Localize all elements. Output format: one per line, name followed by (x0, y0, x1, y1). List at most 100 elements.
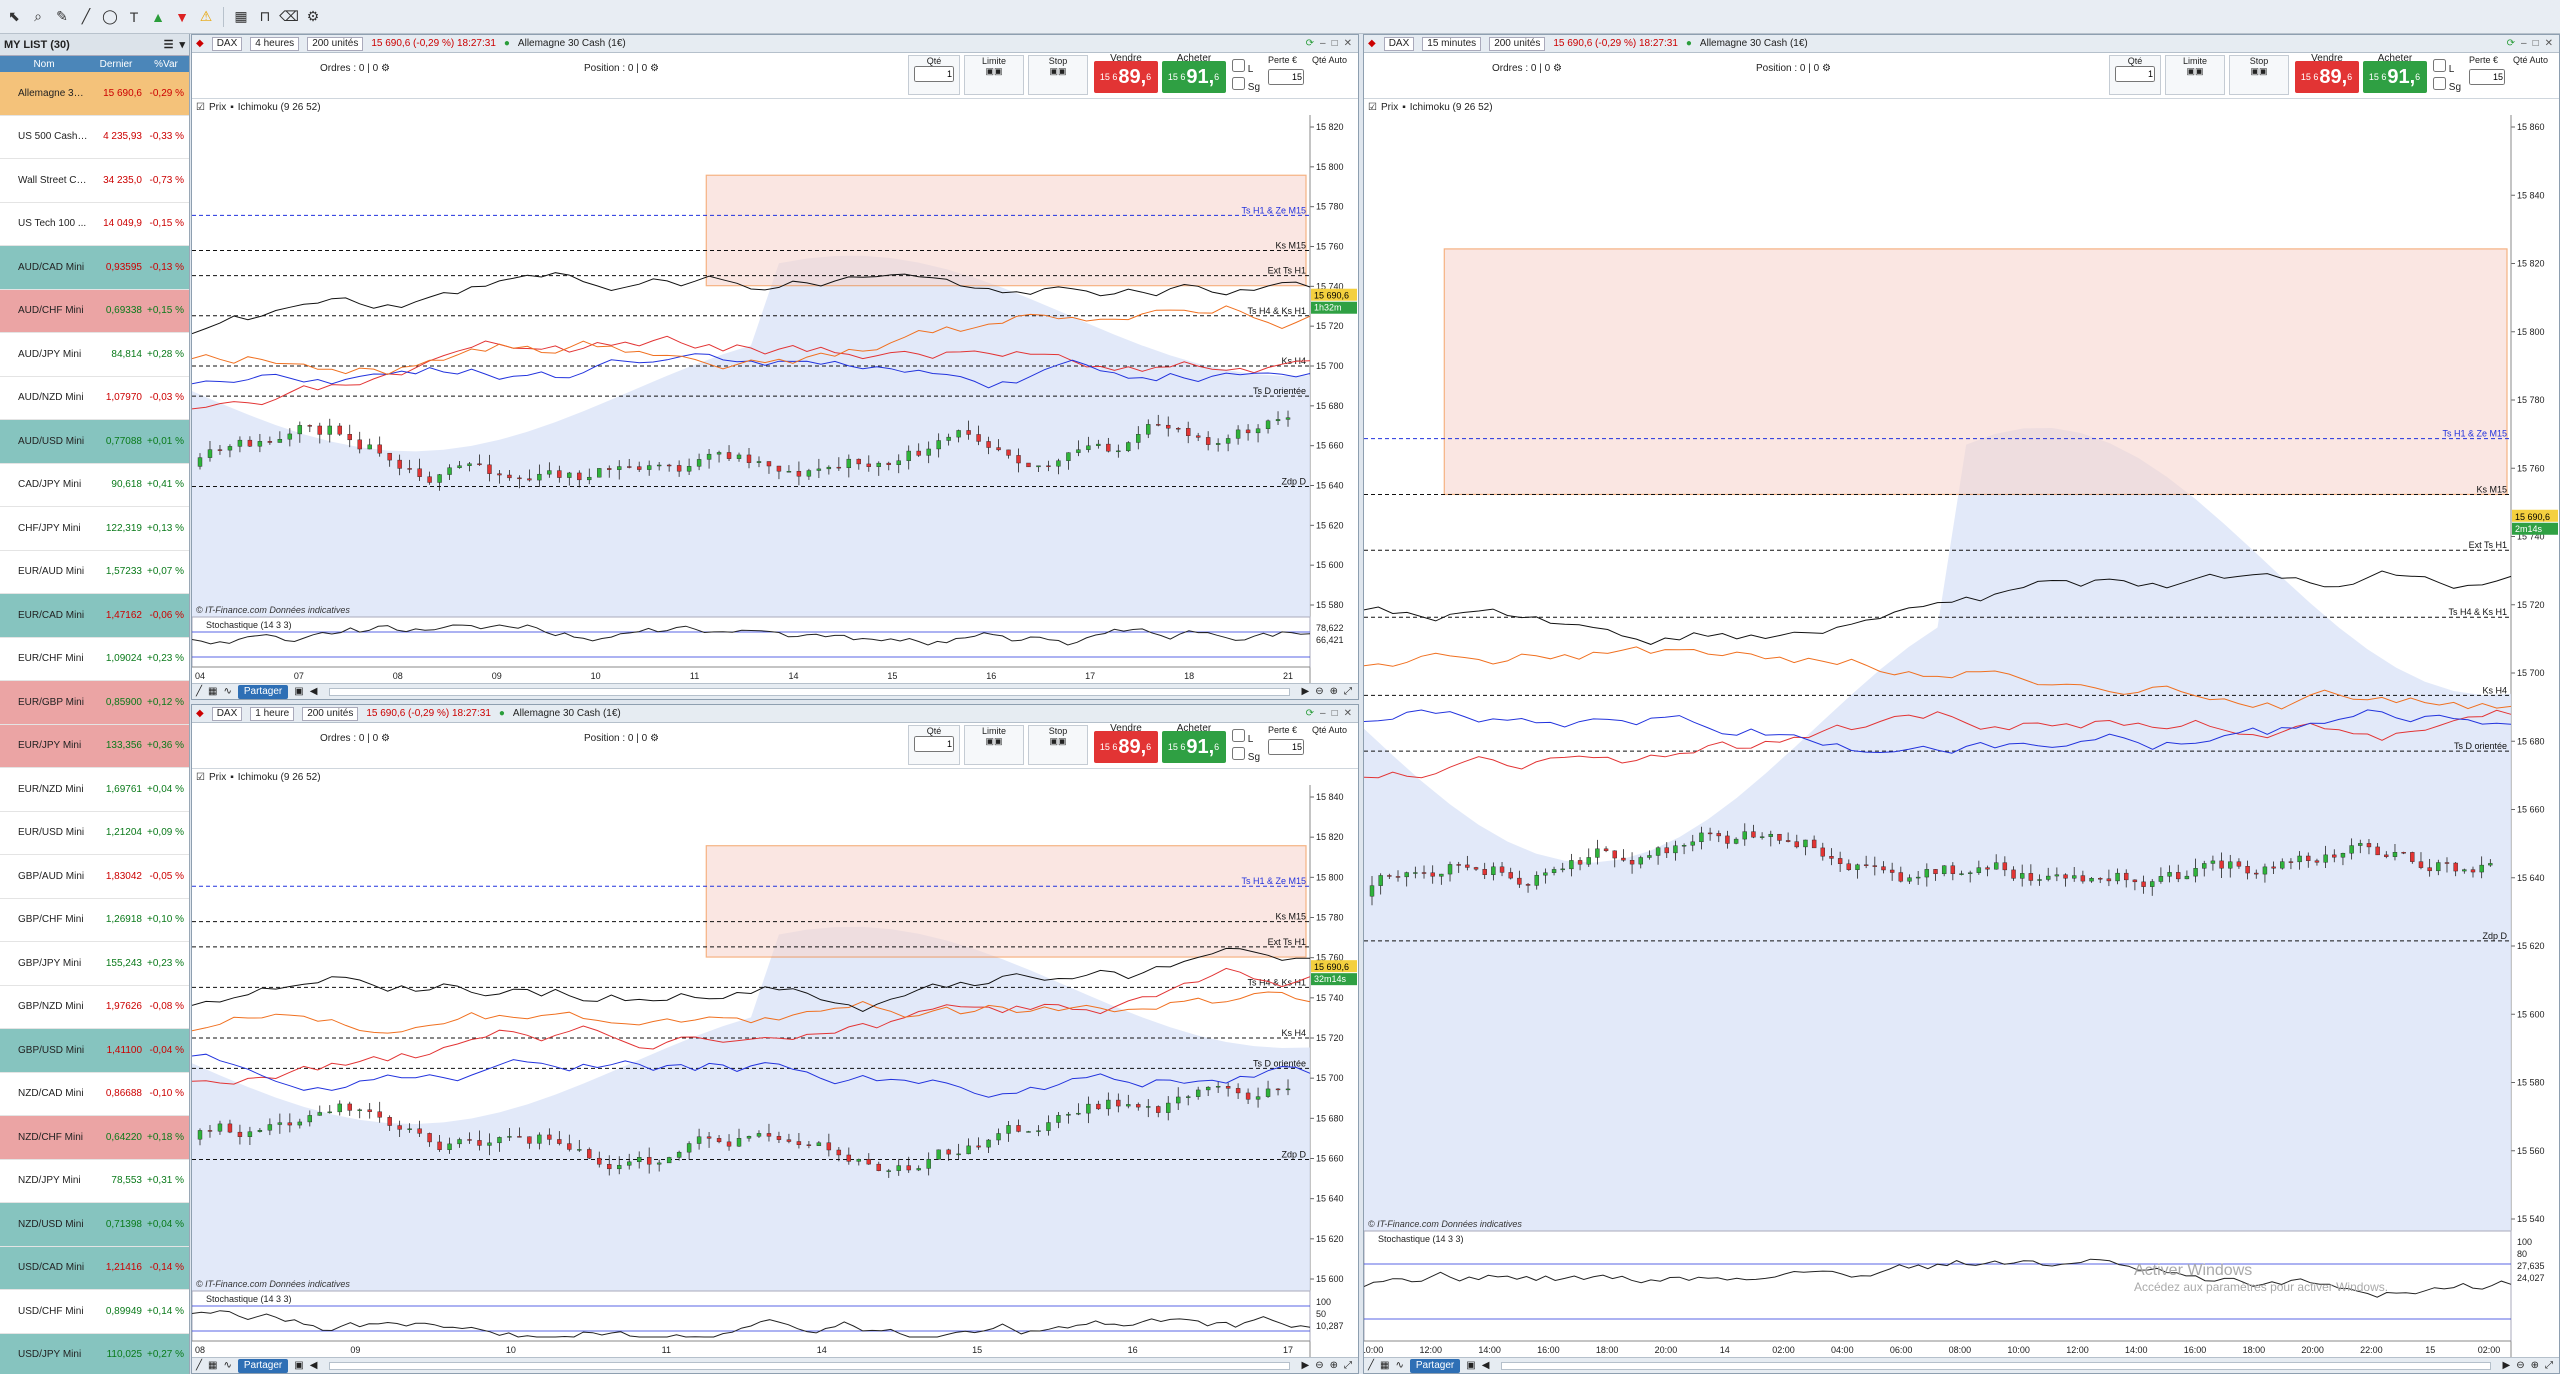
col-name[interactable]: Nom (0, 59, 88, 70)
watchlist-title[interactable]: MY LIST (30) (4, 39, 70, 51)
close-icon[interactable]: ✕ (1344, 708, 1352, 719)
units-select[interactable]: 200 unités (307, 36, 364, 51)
share-button[interactable]: Partager (237, 1358, 289, 1373)
limit-checkbox[interactable]: L (1232, 729, 1253, 745)
stop-box[interactable]: Stop ▣▣ (2229, 55, 2289, 95)
scroll-right-icon[interactable]: ▶ (1302, 1360, 1310, 1371)
prix-checkbox[interactable]: ☑ (196, 772, 205, 783)
layout-icon[interactable]: ▣ (1466, 1360, 1475, 1371)
fit-icon[interactable]: ⤢ (1344, 1360, 1358, 1371)
timeframe-select[interactable]: 1 heure (250, 706, 295, 721)
warning-icon[interactable]: ⚠ (196, 7, 216, 27)
zoom-in-icon[interactable]: ⊕ (1330, 1360, 1338, 1371)
stop-box[interactable]: Stop ▣▣ (1028, 725, 1088, 765)
watchlist-row[interactable]: EUR/JPY Mini 133,356 +0,36 % (0, 724, 189, 768)
qty-input[interactable] (2115, 66, 2155, 82)
share-button[interactable]: Partager (237, 684, 289, 699)
close-icon[interactable]: ✕ (1344, 38, 1352, 49)
prix-checkbox[interactable]: ☑ (196, 102, 205, 113)
watchlist-row[interactable]: USD/JPY Mini 110,025 +0,27 % (0, 1333, 189, 1374)
layout-icon[interactable]: ▣ (294, 1360, 303, 1371)
limit-checkbox[interactable]: L (1232, 59, 1253, 75)
zoom-in-icon[interactable]: ⊕ (2531, 1360, 2539, 1371)
watchlist-row[interactable]: GBP/JPY Mini 155,243 +0,23 % (0, 942, 189, 986)
zoom-icon[interactable]: ⌕ (28, 7, 48, 27)
stop-box[interactable]: Stop ▣▣ (1028, 55, 1088, 95)
indicator-icon[interactable]: ∿ (223, 1360, 231, 1371)
chart-style-icon[interactable]: ▦ (1380, 1360, 1389, 1371)
watchlist-row[interactable]: AUD/JPY Mini 84,814 +0,28 % (0, 333, 189, 377)
line-tool-icon[interactable]: ╱ (76, 7, 96, 27)
watchlist-row[interactable]: US Tech 100 ... 14 049,9 -0,15 % (0, 202, 189, 246)
fit-icon[interactable]: ⤢ (2545, 1360, 2559, 1371)
maximize-icon[interactable]: □ (2533, 38, 2539, 49)
watchlist-row[interactable]: EUR/CAD Mini 1,47162 -0,06 % (0, 594, 189, 638)
ellipse-tool-icon[interactable]: ◯ (100, 7, 120, 27)
guaranteed-stop-checkbox[interactable]: Sg (1232, 77, 1260, 93)
watchlist-row[interactable]: EUR/CHF Mini 1,09024 +0,23 % (0, 637, 189, 681)
sell-button[interactable]: 15 6 89, 6 (1094, 731, 1158, 763)
instrument-select[interactable]: DAX (1383, 36, 1415, 51)
col-last[interactable]: Dernier (88, 59, 144, 70)
menu-icon[interactable]: ☰ (164, 38, 174, 51)
guaranteed-stop-checkbox[interactable]: Sg (2433, 77, 2461, 93)
watchlist-row[interactable]: Wall Street Ca... 34 235,0 -0,73 % (0, 159, 189, 203)
watchlist-row[interactable]: AUD/CAD Mini 0,93595 -0,13 % (0, 246, 189, 290)
limit-box[interactable]: Limite ▣▣ (964, 55, 1024, 95)
zoom-in-icon[interactable]: ⊕ (1330, 686, 1338, 697)
text-tool-icon[interactable]: T (124, 7, 144, 27)
share-button[interactable]: Partager (1409, 1358, 1461, 1373)
chart-style-icon[interactable]: ▦ (208, 686, 217, 697)
watchlist-row[interactable]: CAD/JPY Mini 90,618 +0,41 % (0, 463, 189, 507)
qty-input[interactable] (914, 66, 954, 82)
cursor-icon[interactable]: ⬉ (4, 7, 24, 27)
watchlist-row[interactable]: EUR/AUD Mini 1,57233 +0,07 % (0, 550, 189, 594)
magnet-icon[interactable]: ⊓ (255, 7, 275, 27)
refresh-icon[interactable]: ⟳ (1306, 38, 1314, 49)
watchlist-row[interactable]: AUD/USD Mini 0,77088 +0,01 % (0, 420, 189, 464)
minimize-icon[interactable]: – (1320, 708, 1326, 719)
price-chart[interactable]: 15 84015 82015 80015 78015 76015 74015 7… (192, 785, 1358, 1357)
watchlist-row[interactable]: EUR/GBP Mini 0,85900 +0,12 % (0, 681, 189, 725)
instrument-select[interactable]: DAX (211, 36, 243, 51)
draw-tool-icon[interactable]: ╱ (1368, 1360, 1374, 1371)
indicator-icon[interactable]: ∿ (223, 686, 231, 697)
minimize-icon[interactable]: – (1320, 38, 1326, 49)
arrow-down-icon[interactable]: ▼ (172, 7, 192, 27)
scroll-left-icon[interactable]: ◀ (310, 1360, 318, 1371)
horizontal-scrollbar[interactable] (329, 687, 1290, 696)
chart-type-icon[interactable]: ▦ (231, 7, 251, 27)
buy-button[interactable]: 15 6 91, 6 (2363, 61, 2427, 93)
instrument-select[interactable]: DAX (211, 706, 243, 721)
chart-style-icon[interactable]: ▦ (208, 1360, 217, 1371)
scroll-right-icon[interactable]: ▶ (1302, 686, 1310, 697)
timeframe-select[interactable]: 15 minutes (1422, 36, 1482, 51)
prix-checkbox[interactable]: ☑ (1368, 102, 1377, 113)
watchlist-row[interactable]: GBP/AUD Mini 1,83042 -0,05 % (0, 855, 189, 899)
timeframe-select[interactable]: 4 heures (250, 36, 300, 51)
chevron-down-icon[interactable]: ▾ (179, 38, 185, 51)
minimize-icon[interactable]: – (2521, 38, 2527, 49)
perte-input[interactable] (1268, 69, 1304, 85)
refresh-icon[interactable]: ⟳ (2507, 38, 2515, 49)
watchlist-row[interactable]: EUR/USD Mini 1,21204 +0,09 % (0, 811, 189, 855)
price-chart[interactable]: 15 82015 80015 78015 76015 74015 72015 7… (192, 115, 1358, 683)
indicator-icon[interactable]: ∿ (1395, 1360, 1403, 1371)
watchlist-row[interactable]: NZD/CAD Mini 0,86688 -0,10 % (0, 1072, 189, 1116)
limit-box[interactable]: Limite ▣▣ (964, 725, 1024, 765)
watchlist-row[interactable]: EUR/NZD Mini 1,69761 +0,04 % (0, 768, 189, 812)
draw-tool-icon[interactable]: ╱ (196, 1360, 202, 1371)
watchlist-row[interactable]: NZD/JPY Mini 78,553 +0,31 % (0, 1159, 189, 1203)
fit-icon[interactable]: ⤢ (1344, 686, 1358, 697)
price-chart[interactable]: 15 860 15 840 15 820 15 800 15 780 15 760 15 7… (1364, 115, 2559, 1357)
eraser-icon[interactable]: ⌫ (279, 7, 299, 27)
zoom-out-icon[interactable]: ⊖ (1315, 1360, 1323, 1371)
qty-input[interactable] (914, 736, 954, 752)
watchlist-row[interactable]: USD/CHF Mini 0,89949 +0,14 % (0, 1290, 189, 1334)
watchlist-row[interactable]: NZD/USD Mini 0,71398 +0,04 % (0, 1203, 189, 1247)
watchlist-row[interactable]: GBP/USD Mini 1,41100 -0,04 % (0, 1029, 189, 1073)
arrow-up-icon[interactable]: ▲ (148, 7, 168, 27)
perte-input[interactable] (2469, 69, 2505, 85)
units-select[interactable]: 200 unités (302, 706, 359, 721)
buy-button[interactable]: 15 6 91, 6 (1162, 61, 1226, 93)
